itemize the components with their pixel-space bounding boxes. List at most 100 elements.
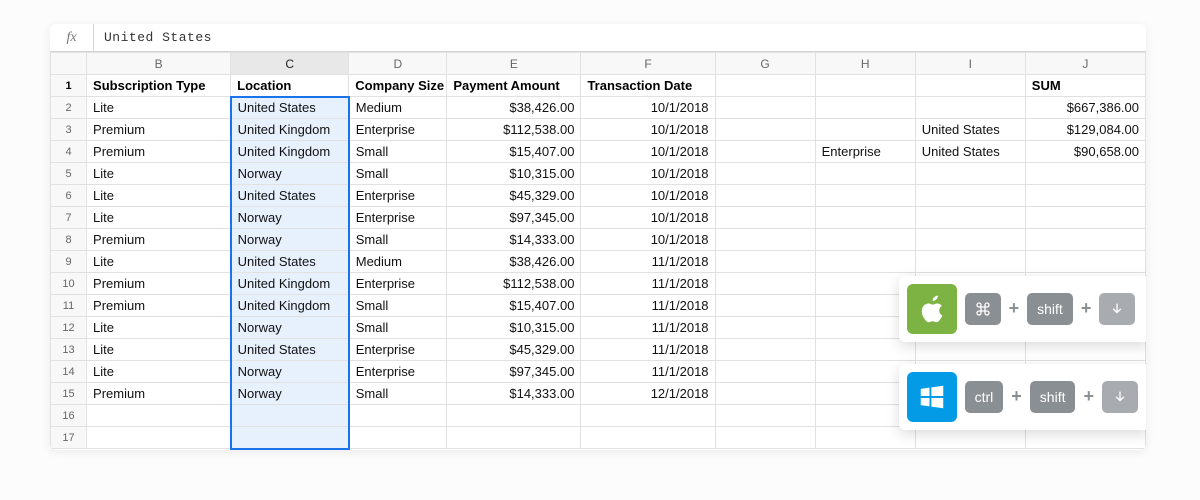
cell[interactable]: 10/1/2018 — [581, 141, 715, 163]
cell[interactable]: Medium — [349, 251, 447, 273]
cell-selected[interactable]: United Kingdom — [231, 295, 349, 317]
cell[interactable]: 10/1/2018 — [581, 163, 715, 185]
col-header-D[interactable]: D — [349, 53, 447, 75]
cell[interactable]: Lite — [87, 251, 231, 273]
cell[interactable]: United States — [915, 141, 1025, 163]
corner-cell[interactable] — [51, 53, 87, 75]
cell[interactable]: $45,329.00 — [447, 185, 581, 207]
row-header[interactable]: 1 — [51, 75, 87, 97]
cell-selected[interactable]: United Kingdom — [231, 119, 349, 141]
cell[interactable]: $112,538.00 — [447, 119, 581, 141]
cell[interactable] — [915, 207, 1025, 229]
row-header[interactable]: 11 — [51, 295, 87, 317]
cell[interactable]: $14,333.00 — [447, 229, 581, 251]
cell[interactable]: 11/1/2018 — [581, 251, 715, 273]
cell[interactable]: $14,333.00 — [447, 383, 581, 405]
cell[interactable]: Small — [349, 317, 447, 339]
cell[interactable] — [915, 163, 1025, 185]
cell[interactable] — [715, 339, 815, 361]
row-header[interactable]: 14 — [51, 361, 87, 383]
cell[interactable] — [815, 97, 915, 119]
col-header-C[interactable]: C — [231, 53, 349, 75]
cell[interactable]: Premium — [87, 141, 231, 163]
cell[interactable]: Enterprise — [349, 119, 447, 141]
row-header[interactable]: 3 — [51, 119, 87, 141]
cell[interactable] — [715, 295, 815, 317]
cell[interactable] — [1025, 251, 1145, 273]
cell[interactable]: Enterprise — [349, 273, 447, 295]
col-header-B[interactable]: B — [87, 53, 231, 75]
cell[interactable] — [715, 427, 815, 449]
cell[interactable]: 11/1/2018 — [581, 295, 715, 317]
cell[interactable]: United States — [915, 119, 1025, 141]
cell-selected[interactable]: United Kingdom — [231, 273, 349, 295]
cell[interactable]: Premium — [87, 295, 231, 317]
cell[interactable]: $38,426.00 — [447, 97, 581, 119]
row-header[interactable]: 17 — [51, 427, 87, 449]
cell[interactable]: 10/1/2018 — [581, 185, 715, 207]
cell[interactable]: Lite — [87, 339, 231, 361]
cell[interactable]: Small — [349, 295, 447, 317]
cell[interactable] — [715, 251, 815, 273]
cell-selected[interactable]: Norway — [231, 229, 349, 251]
cell[interactable]: Lite — [87, 317, 231, 339]
cell[interactable]: Small — [349, 383, 447, 405]
row-header[interactable]: 5 — [51, 163, 87, 185]
row-header[interactable]: 16 — [51, 405, 87, 427]
cell[interactable] — [581, 405, 715, 427]
row-header[interactable]: 13 — [51, 339, 87, 361]
cell[interactable] — [87, 427, 231, 449]
cell[interactable] — [815, 207, 915, 229]
cell[interactable]: 12/1/2018 — [581, 383, 715, 405]
cell[interactable] — [1025, 163, 1145, 185]
cell[interactable]: $45,329.00 — [447, 339, 581, 361]
cell[interactable]: Small — [349, 229, 447, 251]
cell[interactable] — [715, 119, 815, 141]
cell[interactable]: $667,386.00 — [1025, 97, 1145, 119]
row-header[interactable]: 7 — [51, 207, 87, 229]
cell[interactable] — [715, 361, 815, 383]
row-header[interactable]: 4 — [51, 141, 87, 163]
cell[interactable]: Enterprise — [349, 207, 447, 229]
cell-selected[interactable]: United States — [231, 339, 349, 361]
cell[interactable]: Premium — [87, 273, 231, 295]
cell-selected[interactable] — [231, 405, 349, 427]
cell[interactable]: Enterprise — [349, 339, 447, 361]
col-header-J[interactable]: J — [1025, 53, 1145, 75]
cell[interactable]: $10,315.00 — [447, 163, 581, 185]
cell[interactable] — [715, 75, 815, 97]
cell[interactable]: 11/1/2018 — [581, 273, 715, 295]
cell[interactable]: 10/1/2018 — [581, 97, 715, 119]
cell[interactable] — [87, 405, 231, 427]
cell-selected[interactable]: Norway — [231, 163, 349, 185]
cell[interactable] — [715, 141, 815, 163]
cell[interactable] — [715, 405, 815, 427]
cell[interactable]: $15,407.00 — [447, 141, 581, 163]
cell[interactable] — [715, 383, 815, 405]
cell[interactable]: Payment Amount — [447, 75, 581, 97]
cell[interactable] — [1025, 185, 1145, 207]
cell[interactable] — [1025, 229, 1145, 251]
cell[interactable] — [349, 405, 447, 427]
cell[interactable]: Enterprise — [349, 185, 447, 207]
cell[interactable]: $38,426.00 — [447, 251, 581, 273]
cell[interactable]: Enterprise — [349, 361, 447, 383]
row-header[interactable]: 6 — [51, 185, 87, 207]
cell[interactable]: 11/1/2018 — [581, 361, 715, 383]
row-header[interactable]: 8 — [51, 229, 87, 251]
cell[interactable] — [715, 163, 815, 185]
cell-selected[interactable]: United States — [231, 97, 349, 119]
cell[interactable] — [915, 427, 1025, 449]
cell[interactable]: SUM — [1025, 75, 1145, 97]
row-header[interactable]: 9 — [51, 251, 87, 273]
col-header-E[interactable]: E — [447, 53, 581, 75]
col-header-F[interactable]: F — [581, 53, 715, 75]
col-header-I[interactable]: I — [915, 53, 1025, 75]
cell[interactable]: $15,407.00 — [447, 295, 581, 317]
cell[interactable] — [915, 251, 1025, 273]
cell[interactable]: $112,538.00 — [447, 273, 581, 295]
cell[interactable]: Premium — [87, 229, 231, 251]
cell[interactable] — [715, 97, 815, 119]
cell[interactable] — [815, 251, 915, 273]
cell[interactable] — [1025, 207, 1145, 229]
